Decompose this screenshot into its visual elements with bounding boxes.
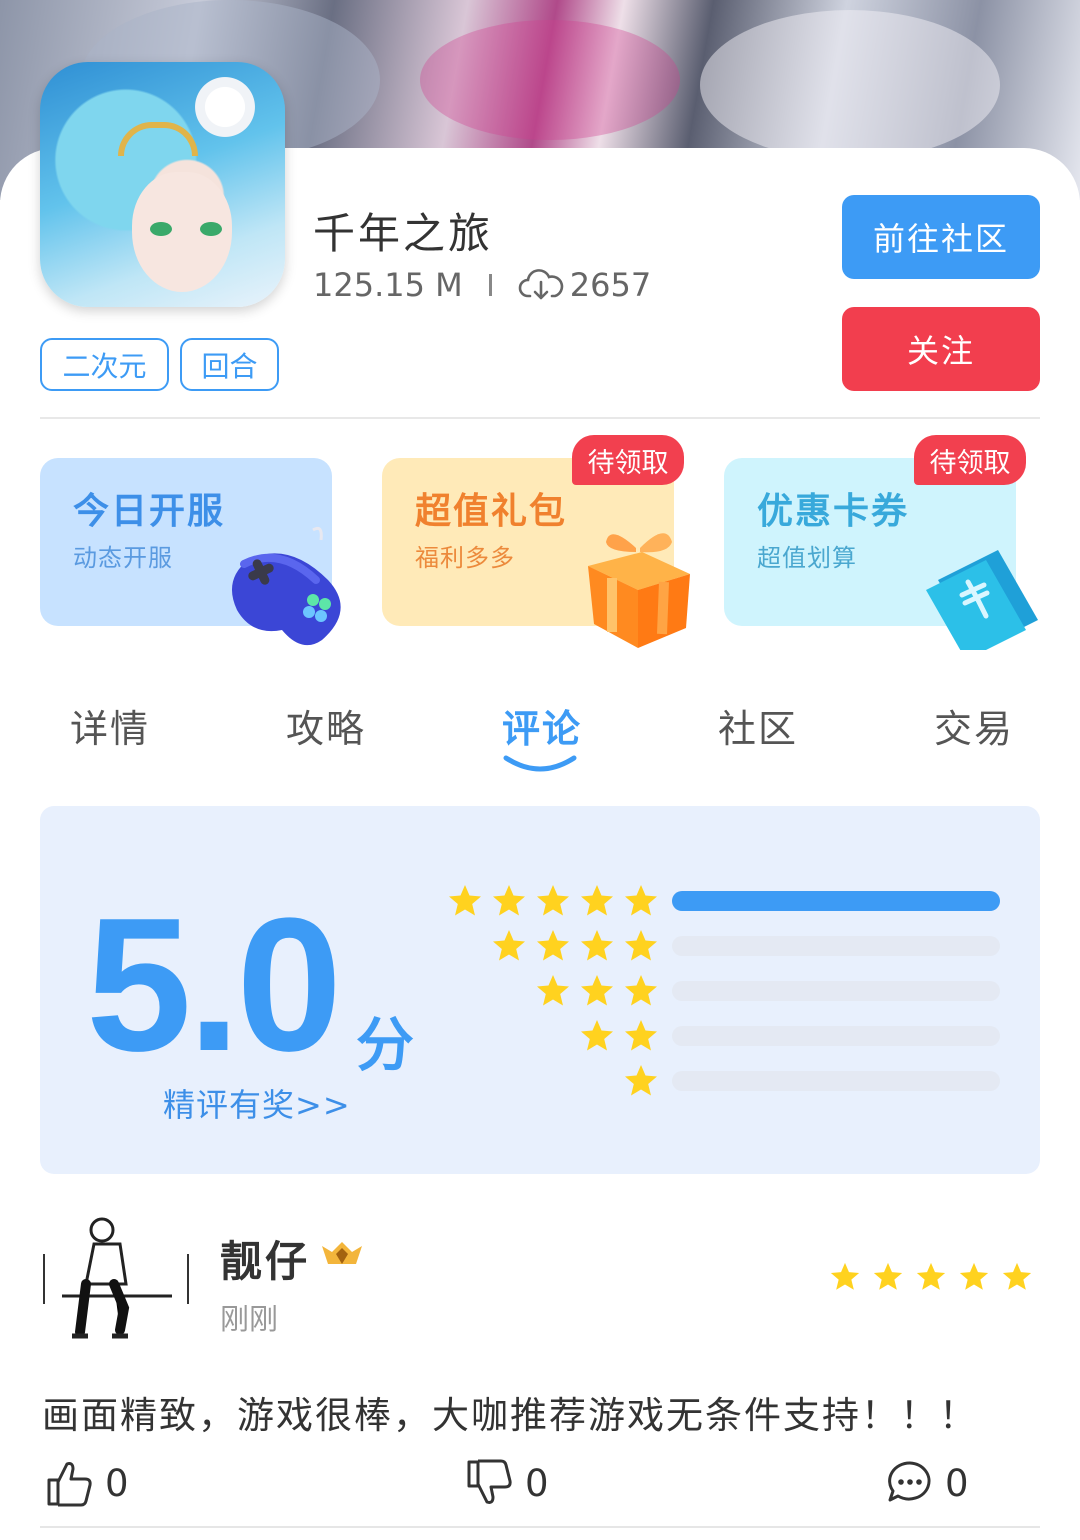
star-icon [1002, 1262, 1032, 1290]
star-icon [581, 885, 613, 916]
app-icon [40, 62, 285, 307]
rating-unit: 分 [356, 1011, 415, 1079]
comment-count: 0 [945, 1461, 969, 1505]
card-title: 优惠卡券 [757, 491, 910, 532]
rating-score: 5.0 [86, 879, 342, 1091]
review-text: 画面精致，游戏很棒，大咖推荐游戏无条件支持！！！ [42, 1394, 978, 1437]
star-icon [625, 930, 657, 961]
star-icon [625, 1020, 657, 1051]
rating-row-bar [672, 1026, 1000, 1046]
card-title: 超值礼包 [415, 491, 568, 532]
star-icon [449, 885, 481, 916]
game-size: 125.15 M [313, 266, 463, 304]
review-time: 刚刚 [220, 1302, 279, 1336]
thumbs-down-icon [467, 1459, 512, 1504]
review-divider [40, 1526, 1040, 1528]
star-icon [959, 1262, 989, 1290]
ticket-icon [926, 550, 1038, 650]
game-title: 千年之旅 [313, 209, 494, 258]
rating-row-bar [672, 891, 1000, 911]
star-icon [581, 1020, 613, 1051]
card-title: 今日开服 [73, 491, 226, 532]
card-subtitle: 动态开服 [73, 544, 173, 572]
game-meta: 125.15 M 2657 [313, 266, 651, 304]
pending-badge: 待领取 [914, 435, 1026, 485]
vip-badge-icon [322, 1242, 362, 1264]
tab-community[interactable]: 社区 [718, 698, 798, 753]
dislike-button[interactable]: 0 [465, 1455, 549, 1511]
review-stars [830, 1262, 1032, 1292]
star-icon [581, 930, 613, 961]
tag-anime[interactable]: 二次元 [40, 338, 169, 391]
rating-row-stars [624, 1064, 658, 1100]
tab-details[interactable]: 详情 [70, 698, 150, 753]
star-icon [625, 885, 657, 916]
rating-row-bar [672, 936, 1000, 956]
pending-badge: 待领取 [572, 435, 684, 485]
download-count: 2657 [569, 266, 652, 304]
active-tab-indicator [503, 755, 577, 772]
star-icon [581, 975, 613, 1006]
rating-row-bar [672, 981, 1000, 1001]
reviewer-name: 靓仔 [220, 1237, 311, 1286]
avatar[interactable] [42, 1204, 190, 1352]
card-subtitle: 超值划算 [757, 544, 857, 572]
rating-row-bar [672, 1071, 1000, 1091]
comment-button[interactable]: 0 [885, 1455, 969, 1511]
follow-button[interactable]: 关注 [842, 307, 1040, 391]
star-icon [625, 1065, 657, 1096]
gift-icon [588, 533, 690, 648]
star-icon [537, 930, 569, 961]
star-icon [873, 1262, 903, 1290]
star-icon [493, 930, 525, 961]
thumbs-up-icon [47, 1462, 92, 1507]
star-icon [625, 975, 657, 1006]
star-icon [830, 1262, 860, 1290]
meta-separator [488, 274, 492, 296]
tag-turn-based[interactable]: 回合 [180, 338, 279, 391]
card-subtitle: 福利多多 [415, 544, 515, 572]
rating-row-stars [580, 1019, 658, 1055]
gamepad-icon [231, 526, 341, 646]
rating-row-stars [448, 884, 658, 920]
tab-guides[interactable]: 攻略 [286, 698, 366, 753]
tab-trade[interactable]: 交易 [934, 698, 1014, 753]
cloud-download-icon [518, 269, 563, 300]
rating-row-stars [536, 974, 658, 1010]
header-divider [40, 417, 1040, 419]
like-button[interactable]: 0 [45, 1455, 129, 1511]
like-count: 0 [105, 1461, 129, 1505]
quality-review-reward-link[interactable]: 精评有奖>> [163, 1080, 351, 1126]
tab-reviews[interactable]: 评论 [502, 698, 582, 753]
star-icon [916, 1262, 946, 1290]
dislike-count: 0 [525, 1461, 549, 1505]
star-icon [493, 885, 525, 916]
rating-row-fill [672, 891, 1000, 911]
star-icon [537, 885, 569, 916]
comment-bubble-icon [888, 1461, 931, 1502]
go-community-button[interactable]: 前往社区 [842, 195, 1040, 279]
rating-row-stars [492, 929, 658, 965]
star-icon [537, 975, 569, 1006]
